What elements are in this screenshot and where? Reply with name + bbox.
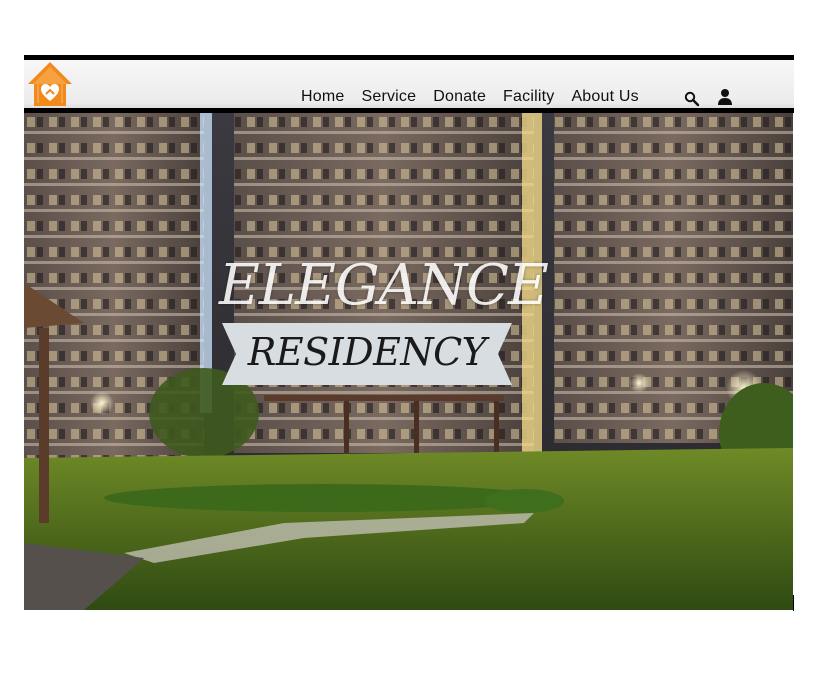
hero-title-line2: RESIDENCY bbox=[247, 330, 487, 374]
navbar: Home Service Donate Facility About Us bbox=[24, 60, 794, 110]
nav-about-us-link[interactable]: About Us bbox=[571, 88, 638, 106]
house-heart-logo[interactable] bbox=[26, 60, 74, 108]
hero-title-line1: ELEGANCE bbox=[219, 253, 549, 318]
search-icon[interactable] bbox=[683, 90, 701, 108]
edge-marker bbox=[793, 595, 794, 611]
nav-service-link[interactable]: Service bbox=[361, 88, 416, 106]
nav-menu: Home Service Donate Facility About Us bbox=[301, 88, 656, 106]
hero-banner: ELEGANCE RESIDENCY bbox=[24, 113, 793, 610]
user-icon[interactable] bbox=[716, 88, 734, 106]
nav-facility-link[interactable]: Facility bbox=[503, 88, 554, 106]
nav-home-link[interactable]: Home bbox=[301, 88, 344, 106]
nav-donate-link[interactable]: Donate bbox=[433, 88, 486, 106]
